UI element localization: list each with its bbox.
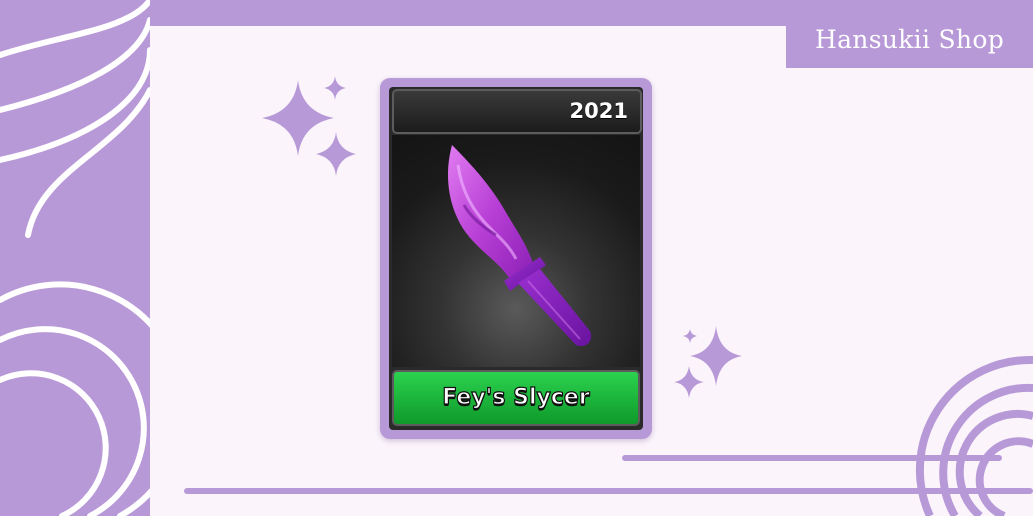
purple-knife-icon	[448, 145, 592, 347]
left-arc-decoration	[0, 0, 150, 516]
divider-line-bottom	[184, 488, 1033, 494]
item-card-body: 2021 Fey's Slycer	[389, 87, 643, 430]
item-year: 2021	[569, 99, 628, 123]
item-name-bar: Fey's Slycer	[392, 370, 640, 426]
item-card: 2021 Fey's Slycer	[380, 78, 652, 439]
shop-name-label: Hansukii Shop	[786, 12, 1033, 68]
promo-canvas: Hansukii Shop 2021 Fey's Slycer	[0, 0, 1033, 516]
item-image: #600	[392, 135, 640, 399]
divider-line-right	[622, 455, 1002, 461]
item-card-header: 2021	[392, 89, 642, 134]
